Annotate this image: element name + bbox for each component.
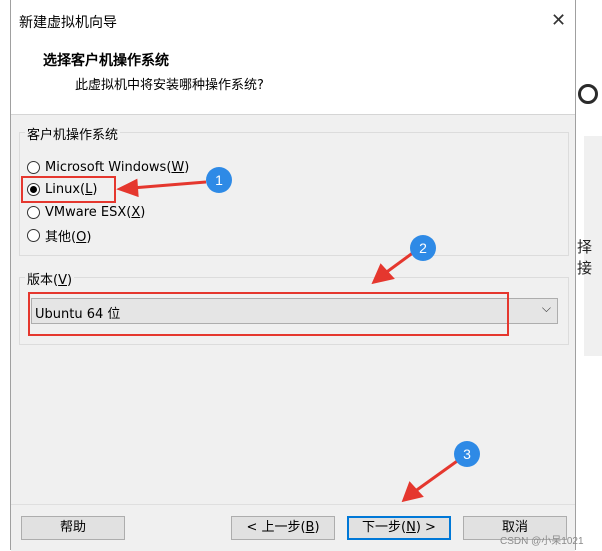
background-circle-icon — [578, 84, 598, 104]
window-title: 新建虚拟机向导 — [19, 15, 117, 31]
linux-highlight-box — [21, 176, 116, 203]
new-vm-wizard-dialog: 新建虚拟机向导 ✕ 选择客户机操作系统 此虚拟机中将安装哪种操作系统? 客户机操… — [10, 0, 576, 551]
back-button[interactable]: < 上一步(B) — [231, 516, 335, 540]
chevron-down-icon[interactable]: ⌵ — [542, 301, 551, 316]
radio-vmware-esx[interactable]: VMware ESX(X) — [27, 202, 145, 222]
radio-vmware-esx-label: VMware ESX(X) — [45, 204, 146, 220]
radio-windows[interactable]: Microsoft Windows(W) — [27, 157, 189, 177]
radio-windows-indicator[interactable] — [27, 160, 40, 174]
radio-vmware-esx-indicator[interactable] — [27, 205, 40, 219]
annotation-badge-3: 3 — [454, 441, 480, 467]
annotation-badge-1: 1 — [206, 167, 232, 193]
header-subtitle: 此虚拟机中将安装哪种操作系统? — [75, 78, 264, 93]
radio-other[interactable]: 其他(O) — [27, 225, 91, 245]
title-bar: 新建虚拟机向导 ✕ — [11, 0, 575, 40]
csdn-watermark: CSDN @小呆1021 — [500, 536, 584, 547]
radio-other-label: 其他(O) — [45, 229, 92, 245]
radio-windows-label: Microsoft Windows(W) — [45, 159, 190, 175]
next-button[interactable]: 下一步(N) > — [347, 516, 451, 540]
background-partial-text: 择接 — [577, 238, 593, 277]
radio-other-indicator[interactable] — [27, 228, 40, 242]
wizard-header: 选择客户机操作系统 此虚拟机中将安装哪种操作系统? — [11, 40, 575, 115]
help-button[interactable]: 帮助 — [21, 516, 125, 540]
annotation-badge-2: 2 — [410, 235, 436, 261]
close-icon[interactable]: ✕ — [551, 10, 566, 31]
header-title: 选择客户机操作系统 — [43, 53, 169, 69]
version-group-label: 版本(V) — [25, 269, 75, 288]
guest-os-group-label: 客户机操作系统 — [25, 124, 121, 143]
version-highlight-box — [28, 292, 509, 336]
